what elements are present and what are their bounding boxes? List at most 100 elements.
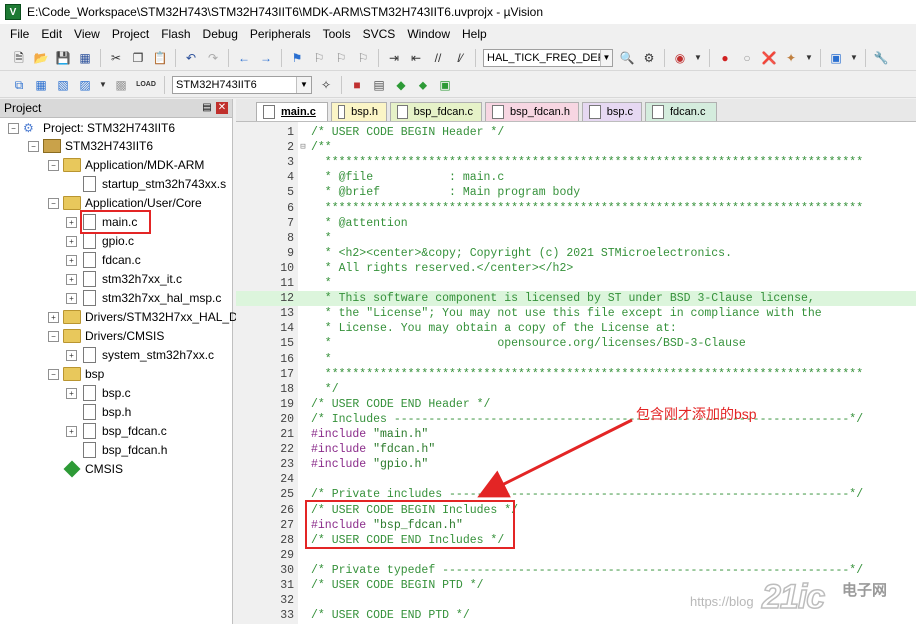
- open-folder-icon[interactable]: 📂: [33, 50, 49, 66]
- pin-icon[interactable]: ▤: [201, 102, 213, 114]
- bookmark-icon[interactable]: ⚑: [289, 50, 305, 66]
- prev-bookmark-icon[interactable]: ⚐: [311, 50, 327, 66]
- collapse-toggle-icon[interactable]: −: [48, 368, 59, 380]
- file-extensions-icon[interactable]: ▤: [371, 77, 387, 93]
- select-packs-icon[interactable]: ⬥: [415, 77, 431, 93]
- chevron-down-icon[interactable]: ▼: [296, 76, 311, 93]
- tab-fdcan-c[interactable]: fdcan.c: [645, 102, 717, 121]
- window-layout-icon[interactable]: ▣: [828, 50, 844, 66]
- expand-toggle-icon[interactable]: +: [66, 273, 77, 285]
- comment-icon[interactable]: //: [430, 50, 446, 66]
- tree-project-root[interactable]: − ⚙ Project: STM32H743IIT6: [8, 119, 175, 137]
- next-bookmark-icon[interactable]: ⚐: [333, 50, 349, 66]
- collapse-toggle-icon[interactable]: −: [48, 159, 59, 171]
- uncomment-icon[interactable]: /⁄: [452, 50, 468, 66]
- debug-session-icon[interactable]: ◉: [672, 50, 688, 66]
- expand-toggle-icon[interactable]: +: [66, 387, 77, 399]
- breakpoint-icon[interactable]: ●: [717, 50, 733, 66]
- menu-flash[interactable]: Flash: [155, 24, 196, 44]
- kill-breakpoints-icon[interactable]: ❌: [761, 50, 777, 66]
- tree-file[interactable]: startup_stm32h743xx.s: [66, 175, 226, 193]
- tree-file[interactable]: + fdcan.c: [66, 251, 141, 269]
- tab-bsp-c[interactable]: bsp.c: [582, 102, 642, 121]
- expand-toggle-icon[interactable]: +: [66, 254, 77, 266]
- menu-edit[interactable]: Edit: [35, 24, 68, 44]
- menu-tools[interactable]: Tools: [317, 24, 357, 44]
- incremental-find-icon[interactable]: ⚙: [641, 50, 657, 66]
- tree-cmsis[interactable]: CMSIS: [48, 460, 123, 478]
- expand-toggle-icon[interactable]: +: [66, 292, 77, 304]
- collapse-toggle-icon[interactable]: −: [28, 140, 39, 152]
- save-all-icon[interactable]: ▦: [77, 50, 93, 66]
- expand-toggle-icon[interactable]: +: [66, 216, 77, 228]
- target-combo[interactable]: STM32H743IIT6 ▼: [172, 75, 312, 94]
- tree-folder-cmsis-drivers[interactable]: − Drivers/CMSIS: [48, 327, 164, 345]
- expand-toggle-icon[interactable]: +: [66, 349, 77, 361]
- menu-window[interactable]: Window: [401, 24, 456, 44]
- expand-toggle-icon[interactable]: +: [66, 425, 77, 437]
- tree-folder-mdk-arm[interactable]: − Application/MDK-ARM: [48, 156, 204, 174]
- batch-build-icon[interactable]: ▨: [77, 77, 93, 93]
- tree-file[interactable]: + stm32h7xx_it.c: [66, 270, 182, 288]
- find-in-files-icon[interactable]: 🔍: [619, 50, 635, 66]
- cut-icon[interactable]: ✂: [108, 50, 124, 66]
- collapse-toggle-icon[interactable]: −: [8, 122, 19, 134]
- tree-file[interactable]: + bsp.c: [66, 384, 131, 402]
- manage-rte-icon[interactable]: ◆: [393, 77, 409, 93]
- undo-icon[interactable]: ↶: [183, 50, 199, 66]
- save-icon[interactable]: 💾: [55, 50, 71, 66]
- translate-icon[interactable]: ⧉: [11, 77, 27, 93]
- tab-bsp-h[interactable]: bsp.h: [331, 102, 387, 121]
- tree-folder-bsp[interactable]: − bsp: [48, 365, 104, 383]
- unindent-icon[interactable]: ⇤: [408, 50, 424, 66]
- menu-help[interactable]: Help: [456, 24, 493, 44]
- chevron-down-icon[interactable]: ▼: [805, 50, 813, 66]
- tab-main-c[interactable]: main.c: [256, 102, 328, 121]
- expand-toggle-icon[interactable]: +: [66, 235, 77, 247]
- paste-icon[interactable]: 📋: [152, 50, 168, 66]
- manage-project-icon[interactable]: ■: [349, 77, 365, 93]
- tree-target[interactable]: − STM32H743IIT6: [28, 137, 153, 155]
- fold-toggle-icon[interactable]: ⊟: [298, 140, 308, 155]
- menu-view[interactable]: View: [68, 24, 106, 44]
- target-options-icon[interactable]: ✧: [318, 77, 334, 93]
- collapse-toggle-icon[interactable]: −: [48, 197, 59, 209]
- chevron-down-icon[interactable]: ▼: [850, 50, 858, 66]
- chevron-down-icon[interactable]: ▼: [600, 49, 612, 66]
- menu-project[interactable]: Project: [106, 24, 155, 44]
- tools-icon[interactable]: 🔧: [873, 50, 889, 66]
- clear-bookmarks-icon[interactable]: ⚐: [355, 50, 371, 66]
- tree-folder-hal-drivers[interactable]: + Drivers/STM32H7xx_HAL_Dri: [48, 308, 244, 326]
- close-icon[interactable]: ✕: [216, 102, 228, 114]
- disable-breakpoint-icon[interactable]: ○: [739, 50, 755, 66]
- tree-file[interactable]: bsp.h: [66, 403, 131, 421]
- new-file-icon[interactable]: 🗎: [11, 50, 27, 66]
- configure-icon[interactable]: ✦: [783, 50, 799, 66]
- menu-peripherals[interactable]: Peripherals: [244, 24, 317, 44]
- indent-icon[interactable]: ⇥: [386, 50, 402, 66]
- menu-debug[interactable]: Debug: [197, 24, 244, 44]
- tree-file[interactable]: bsp_fdcan.h: [66, 441, 167, 459]
- redo-icon[interactable]: ↷: [205, 50, 221, 66]
- nav-forward-icon[interactable]: →: [258, 50, 274, 66]
- find-combo[interactable]: HAL_TICK_FREQ_DEFAULT ▼: [483, 48, 613, 67]
- nav-back-icon[interactable]: ←: [236, 50, 252, 66]
- load-icon[interactable]: LOAD: [135, 77, 157, 93]
- expand-toggle-icon[interactable]: +: [48, 311, 59, 323]
- build-icon[interactable]: ▦: [33, 77, 49, 93]
- tree-file[interactable]: + system_stm32h7xx.c: [66, 346, 214, 364]
- menu-svcs[interactable]: SVCS: [357, 24, 402, 44]
- copy-icon[interactable]: ❐: [130, 50, 146, 66]
- menu-file[interactable]: File: [0, 24, 35, 44]
- tree-file[interactable]: + gpio.c: [66, 232, 134, 250]
- tree-file[interactable]: + bsp_fdcan.c: [66, 422, 167, 440]
- collapse-toggle-icon[interactable]: −: [48, 330, 59, 342]
- tab-bsp-fdcan-h[interactable]: bsp_fdcan.h: [485, 102, 579, 121]
- pack-installer-icon[interactable]: ▣: [437, 77, 453, 93]
- tree-file[interactable]: + stm32h7xx_hal_msp.c: [66, 289, 221, 307]
- chevron-down-icon[interactable]: ▼: [694, 50, 702, 66]
- chevron-down-icon[interactable]: ▼: [99, 77, 107, 93]
- stop-build-icon[interactable]: ▩: [113, 77, 129, 93]
- tab-bsp-fdcan-c[interactable]: bsp_fdcan.c: [390, 102, 482, 121]
- rebuild-icon[interactable]: ▧: [55, 77, 71, 93]
